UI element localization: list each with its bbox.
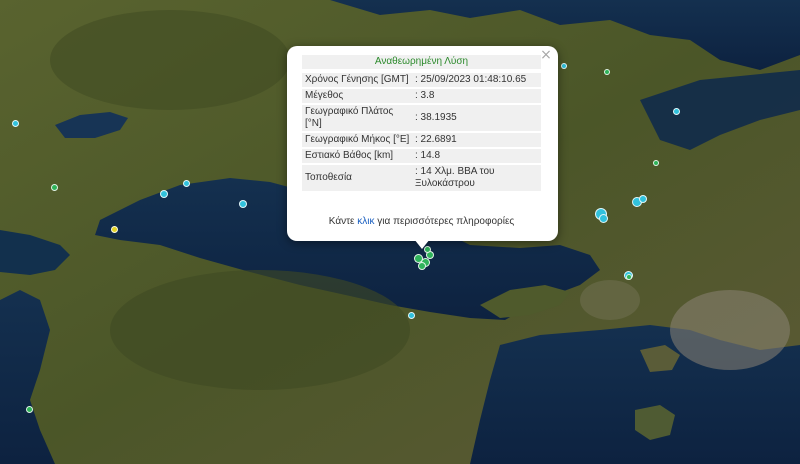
mountain-shade (50, 10, 290, 110)
more-info-link[interactable]: κλικ (357, 216, 374, 227)
detail-row: Γεωγραφικό Μήκος [°E] : 22.6891 (302, 133, 541, 147)
earthquake-marker[interactable] (51, 184, 58, 191)
earthquake-marker[interactable] (418, 262, 426, 270)
footer-text-pre: Κάντε (328, 216, 358, 227)
popup-title: Αναθεωρημένη Λύση (302, 55, 541, 69)
mountain-shade (110, 270, 410, 390)
detail-value: : 22.6891 (414, 133, 541, 147)
popup-tip (414, 239, 430, 249)
urban-area (580, 280, 640, 320)
detail-value: : 14.8 (414, 149, 541, 163)
detail-row: Μέγεθος : 3.8 (302, 89, 541, 103)
earthquake-info-popup: × Αναθεωρημένη Λύση Χρόνος Γένησης [GMT]… (287, 46, 558, 249)
detail-value: : 25/09/2023 01:48:10.65 (414, 73, 541, 87)
earthquake-details-table: Χρόνος Γένησης [GMT] : 25/09/2023 01:48:… (302, 71, 541, 193)
detail-row: Γεωγραφικό Πλάτος [°N] : 38.1935 (302, 105, 541, 131)
earthquake-marker[interactable] (626, 274, 632, 280)
earthquake-marker[interactable] (639, 195, 647, 203)
detail-row: Εστιακό Βάθος [km] : 14.8 (302, 149, 541, 163)
earthquake-marker[interactable] (26, 406, 33, 413)
detail-value: : 14 Χλμ. ΒΒΑ του Ξυλοκάστρου (414, 165, 541, 191)
detail-label: Γεωγραφικό Πλάτος [°N] (302, 105, 414, 131)
earthquake-marker[interactable] (160, 190, 168, 198)
detail-row: Τοποθεσία : 14 Χλμ. ΒΒΑ του Ξυλοκάστρου (302, 165, 541, 191)
earthquake-marker[interactable] (408, 312, 415, 319)
detail-label: Εστιακό Βάθος [km] (302, 149, 414, 163)
detail-label: Τοποθεσία (302, 165, 414, 191)
detail-value: : 3.8 (414, 89, 541, 103)
detail-label: Γεωγραφικό Μήκος [°E] (302, 133, 414, 147)
earthquake-marker[interactable] (12, 120, 19, 127)
footer-text-post: για περισσότερες πληροφορίες (374, 216, 515, 227)
urban-area (670, 290, 790, 370)
close-icon[interactable]: × (539, 48, 553, 62)
earthquake-marker[interactable] (239, 200, 247, 208)
earthquake-marker[interactable] (604, 69, 610, 75)
earthquake-marker[interactable] (653, 160, 659, 166)
earthquake-marker[interactable] (183, 180, 190, 187)
detail-value: : 38.1935 (414, 105, 541, 131)
earthquake-marker[interactable] (111, 226, 118, 233)
detail-label: Μέγεθος (302, 89, 414, 103)
earthquake-marker[interactable] (561, 63, 567, 69)
popup-footer: Κάντε κλικ για περισσότερες πληροφορίες (302, 216, 541, 228)
detail-row: Χρόνος Γένησης [GMT] : 25/09/2023 01:48:… (302, 73, 541, 87)
earthquake-marker[interactable] (599, 214, 608, 223)
detail-label: Χρόνος Γένησης [GMT] (302, 73, 414, 87)
earthquake-marker[interactable] (673, 108, 680, 115)
